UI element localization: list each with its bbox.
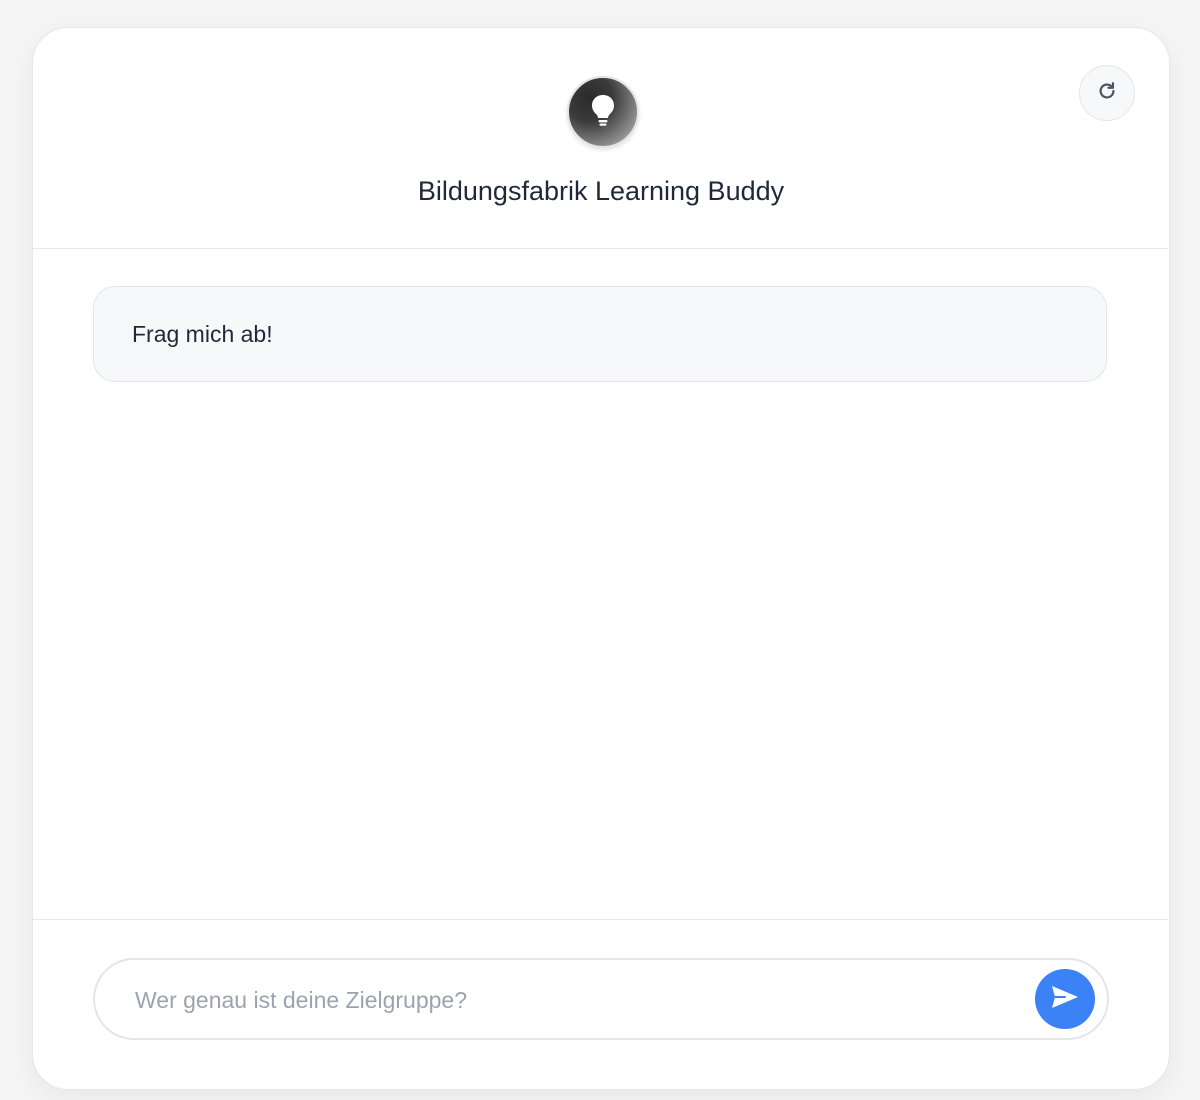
refresh-button[interactable]: [1079, 65, 1135, 121]
composer: [33, 919, 1169, 1089]
lightbulb-icon: [588, 93, 618, 132]
chat-header: Bildungsfabrik Learning Buddy: [33, 28, 1169, 249]
message-list: Frag mich ab!: [33, 249, 1169, 919]
bot-avatar: [567, 76, 639, 148]
send-icon: [1050, 984, 1080, 1015]
message-input-wrapper: [93, 958, 1109, 1040]
refresh-icon: [1096, 80, 1118, 107]
message-input[interactable]: [133, 960, 1017, 1040]
page-title: Bildungsfabrik Learning Buddy: [417, 176, 785, 206]
chat-window: Bildungsfabrik Learning Buddy Frag mich …: [32, 27, 1170, 1090]
send-button[interactable]: [1035, 969, 1095, 1029]
message-text: Frag mich ab!: [132, 320, 273, 347]
assistant-message: Frag mich ab!: [93, 286, 1107, 382]
